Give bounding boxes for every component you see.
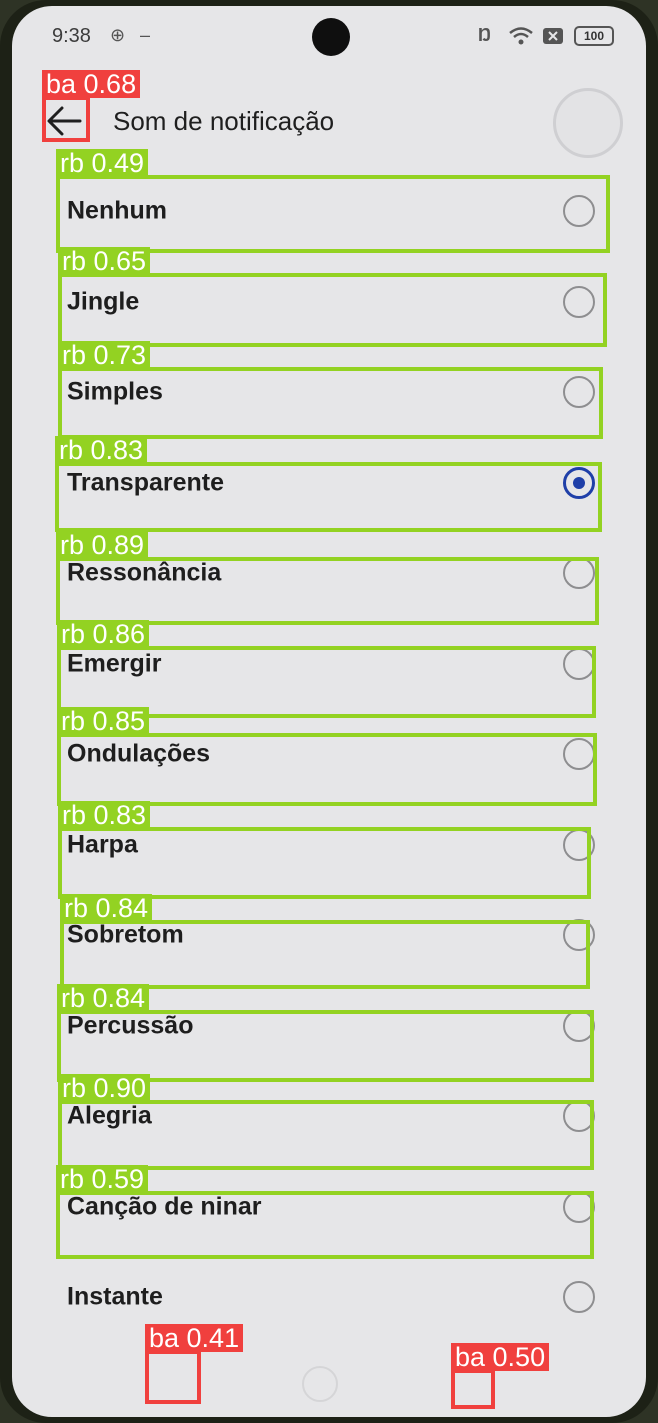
option-jingle[interactable]: Jingle bbox=[12, 257, 646, 348]
header: Som de notificação bbox=[12, 76, 646, 166]
home-button[interactable] bbox=[302, 1366, 338, 1402]
option-ressonancia[interactable]: Ressonância bbox=[12, 528, 646, 619]
nfc-icon: Ŋ bbox=[478, 25, 492, 45]
radio-button[interactable] bbox=[563, 195, 595, 228]
battery-indicator: 100 bbox=[574, 26, 614, 46]
option-label: Ondulações bbox=[67, 739, 211, 768]
option-sobretom[interactable]: Sobretom bbox=[12, 890, 646, 981]
sim-icon bbox=[543, 28, 563, 44]
option-transparente[interactable]: Transparente bbox=[12, 438, 646, 529]
camera-cutout bbox=[312, 18, 350, 56]
option-instante[interactable]: Instante bbox=[12, 1252, 646, 1343]
radio-button[interactable] bbox=[563, 828, 595, 861]
option-label: Ressonância bbox=[67, 558, 222, 587]
radio-button[interactable] bbox=[563, 1100, 595, 1133]
option-ondulacoes[interactable]: Ondulações bbox=[12, 709, 646, 800]
dash-icon: – bbox=[140, 25, 151, 45]
status-time: 9:38 bbox=[52, 25, 91, 47]
option-label: Emergir bbox=[67, 649, 162, 678]
radio-button[interactable] bbox=[563, 1190, 595, 1223]
option-label: Instante bbox=[67, 1282, 163, 1311]
option-label: Harpa bbox=[67, 830, 138, 859]
radio-button[interactable] bbox=[563, 919, 595, 952]
screen: 9:38 ⊕ – Ŋ 100 Som de notificação Nenhum… bbox=[12, 6, 646, 1417]
option-emergir[interactable]: Emergir bbox=[12, 619, 646, 710]
radio-button[interactable] bbox=[563, 1281, 595, 1314]
radio-button-selected[interactable] bbox=[563, 466, 595, 499]
phone-frame: 9:38 ⊕ – Ŋ 100 Som de notificação Nenhum… bbox=[0, 0, 658, 1423]
radio-button[interactable] bbox=[563, 647, 595, 680]
option-simples[interactable]: Simples bbox=[12, 347, 646, 438]
radio-button[interactable] bbox=[563, 738, 595, 771]
floating-assist-button[interactable] bbox=[553, 88, 623, 158]
navigation-bar bbox=[12, 1346, 646, 1416]
radio-button[interactable] bbox=[563, 1009, 595, 1042]
option-label: Simples bbox=[67, 377, 163, 406]
notification-sound-list: Nenhum Jingle Simples Transparente Resso… bbox=[12, 166, 646, 1343]
radio-button[interactable] bbox=[563, 376, 595, 409]
arrow-left-icon bbox=[47, 106, 82, 136]
option-label: Sobretom bbox=[67, 920, 184, 949]
status-bar: 9:38 ⊕ – Ŋ 100 bbox=[12, 6, 646, 66]
option-label: Jingle bbox=[67, 287, 140, 316]
option-alegria[interactable]: Alegria bbox=[12, 1071, 646, 1162]
option-label: Transparente bbox=[67, 468, 225, 497]
radio-button[interactable] bbox=[563, 285, 595, 318]
option-nenhum[interactable]: Nenhum bbox=[12, 166, 646, 257]
option-percussao[interactable]: Percussão bbox=[12, 981, 646, 1072]
option-label: Alegria bbox=[67, 1101, 152, 1130]
option-cancao-de-ninar[interactable]: Canção de ninar bbox=[12, 1162, 646, 1253]
option-label: Nenhum bbox=[67, 196, 167, 225]
page-title: Som de notificação bbox=[113, 106, 335, 136]
wifi-icon bbox=[509, 27, 533, 45]
option-label: Percussão bbox=[67, 1011, 194, 1040]
back-button[interactable] bbox=[42, 101, 86, 141]
sync-icon: ⊕ bbox=[110, 25, 126, 45]
option-harpa[interactable]: Harpa bbox=[12, 800, 646, 891]
option-label: Canção de ninar bbox=[67, 1192, 262, 1221]
radio-button[interactable] bbox=[563, 557, 595, 590]
